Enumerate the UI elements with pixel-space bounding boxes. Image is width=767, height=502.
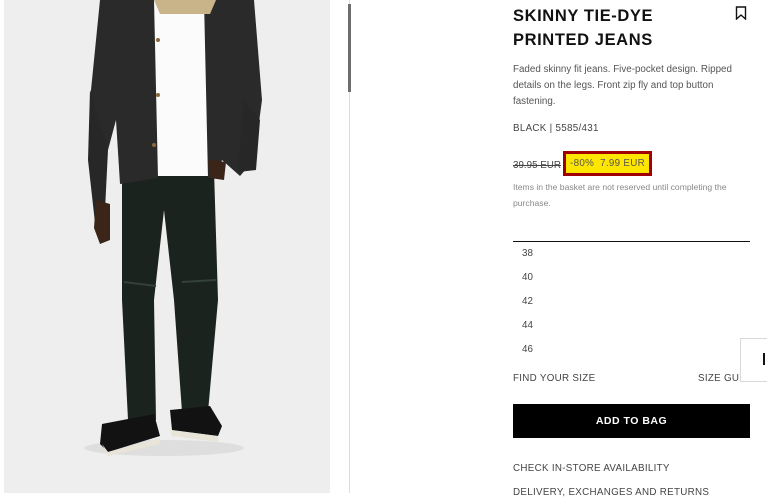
help-tab-icon: [763, 353, 765, 365]
find-your-size-link[interactable]: FIND YOUR SIZE: [513, 373, 595, 384]
bookmark-icon[interactable]: [735, 6, 747, 20]
sale-price-highlight: -80% 7.99 EUR: [563, 151, 652, 176]
discount-badge: -80%: [570, 158, 595, 169]
add-to-bag-button[interactable]: ADD TO BAG: [513, 404, 750, 438]
size-option[interactable]: 44: [513, 317, 750, 341]
help-side-tab[interactable]: [740, 338, 767, 382]
delivery-returns-link[interactable]: DELIVERY, EXCHANGES AND RETURNS: [513, 487, 709, 498]
product-color: BLACK: [513, 123, 547, 134]
size-option[interactable]: 40: [513, 269, 750, 293]
product-ref-number: 5585/431: [555, 123, 599, 134]
product-description: Faded skinny fit jeans. Five-pocket desi…: [513, 64, 732, 107]
product-image[interactable]: [4, 0, 330, 493]
gallery-scroll-thumb[interactable]: [348, 4, 351, 92]
size-option[interactable]: 42: [513, 293, 750, 317]
product-reference: BLACK | 5585/431: [513, 123, 599, 134]
product-photo-illustration: [4, 0, 330, 493]
size-option[interactable]: 46: [513, 341, 750, 365]
check-store-availability-link[interactable]: CHECK IN-STORE AVAILABILITY: [513, 463, 670, 474]
size-list: 38 40 42 44 46: [513, 245, 750, 365]
reference-separator: |: [549, 123, 553, 134]
size-guide-link[interactable]: SIZE GUIDE: [698, 373, 742, 384]
product-title: SKINNY TIE-DYE PRINTED JEANS: [513, 7, 654, 49]
old-price: 39.95 EUR: [513, 160, 561, 171]
size-list-divider: [513, 241, 750, 242]
sale-price: -80% 7.99 EUR: [566, 154, 649, 173]
size-option[interactable]: 38: [513, 245, 750, 269]
basket-note: Items in the basket are not reserved unt…: [513, 182, 727, 208]
current-price: 7.99 EUR: [600, 158, 645, 169]
